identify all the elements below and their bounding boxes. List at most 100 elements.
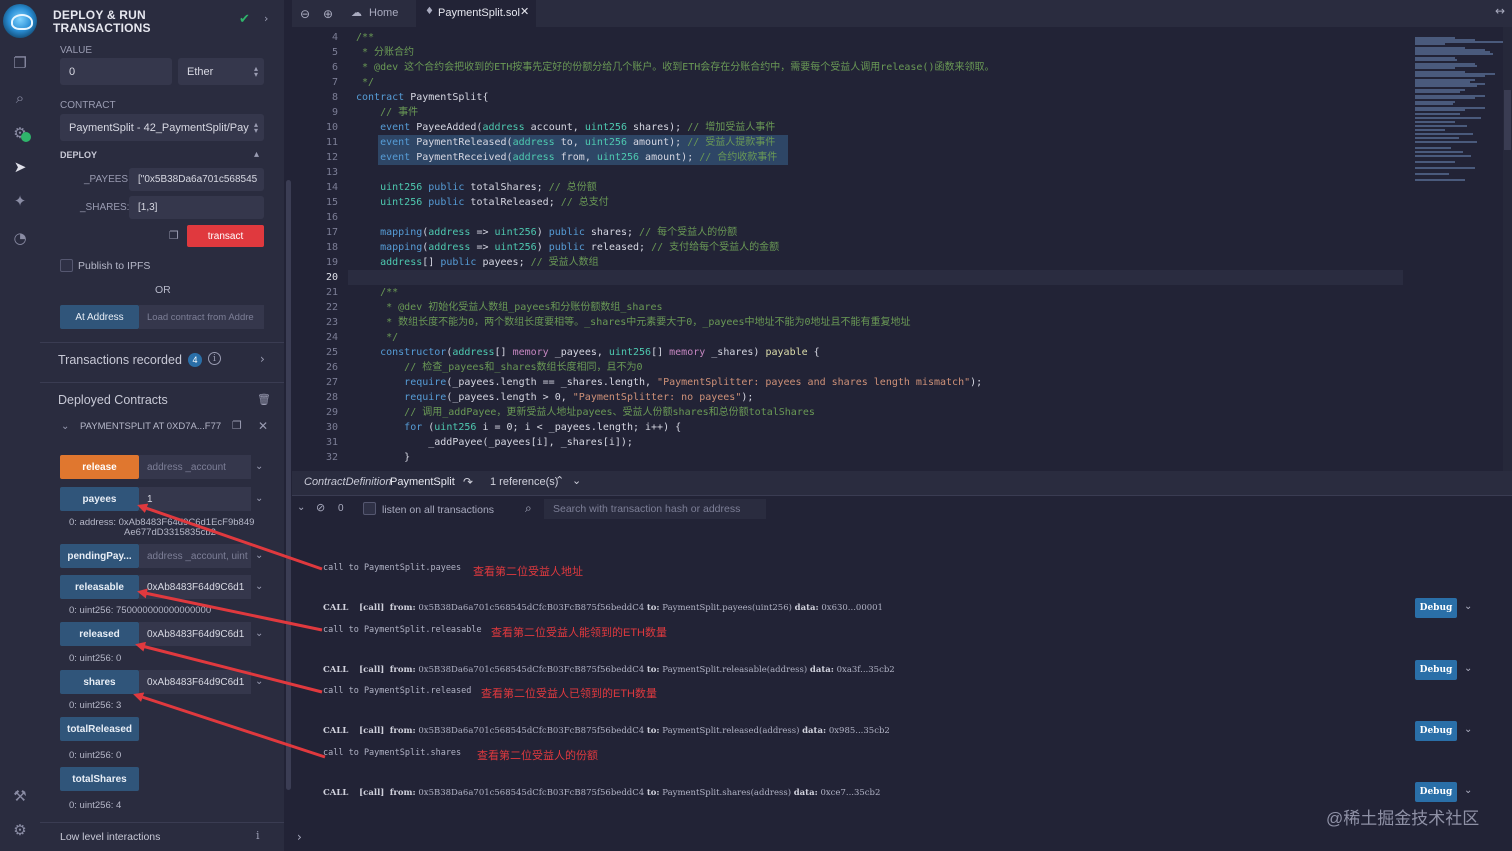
line-number: 24	[325, 332, 338, 343]
line-number: 15	[325, 197, 338, 208]
expand-shares-icon[interactable]: ⌄	[255, 676, 263, 687]
payees-button[interactable]: payees	[60, 487, 139, 511]
clear-console-icon[interactable]: ⊘	[316, 501, 325, 514]
pending-payment-button[interactable]: pendingPay...	[60, 544, 139, 568]
releasable-button[interactable]: releasable	[60, 575, 139, 599]
debug-button[interactable]: Debug	[1415, 782, 1457, 802]
tab-home[interactable]: ☁ Home	[344, 0, 414, 27]
next-ref-icon[interactable]: ⌄	[572, 474, 581, 487]
release-button[interactable]: release	[60, 455, 139, 479]
zoom-in-icon[interactable]: ⊕	[323, 7, 333, 21]
prev-ref-icon[interactable]: ⌃	[555, 474, 564, 487]
tx-detail[interactable]: CALL [call] from: 0x5B38Da6a701c568545dC…	[323, 788, 880, 798]
transactions-recorded-label[interactable]: Transactions recorded	[58, 353, 182, 367]
release-input[interactable]: address _account	[139, 455, 251, 479]
value-input[interactable]: 0	[60, 58, 172, 85]
code-line: // 事件	[380, 107, 419, 118]
collapse-instance-icon[interactable]: ⌄	[61, 421, 69, 432]
expand-release-icon[interactable]: ⌄	[255, 461, 263, 472]
debugger-icon[interactable]: ✦	[10, 191, 30, 211]
contract-instance-label[interactable]: PAYMENTSPLIT AT 0XD7A...F77	[80, 421, 221, 432]
total-released-button[interactable]: totalReleased	[60, 717, 139, 741]
search-icon[interactable]: ⌕	[10, 88, 30, 108]
plugin-manager-icon[interactable]: ⚒	[10, 786, 30, 806]
at-address-button[interactable]: At Address	[60, 305, 139, 329]
line-number: 4	[331, 32, 338, 43]
transact-button[interactable]: transact	[187, 225, 264, 247]
line-number: 20	[325, 272, 338, 283]
shares-button[interactable]: shares	[60, 670, 139, 694]
zoom-out-icon[interactable]: ⊖	[300, 7, 310, 21]
payees-input[interactable]: 1	[139, 487, 251, 511]
expand-tx-icon[interactable]: ⌄	[1464, 724, 1472, 735]
listen-checkbox[interactable]	[363, 502, 376, 515]
trash-icon[interactable]: 🗑	[257, 393, 271, 406]
panel-chevron-icon[interactable]: ›	[264, 12, 268, 25]
panel-scrollbar-thumb[interactable]	[286, 180, 291, 790]
debug-button[interactable]: Debug	[1415, 721, 1457, 741]
expand-tx-icon[interactable]: ⌄	[1464, 785, 1472, 796]
debug-button[interactable]: Debug	[1415, 598, 1457, 618]
code-line: require(_payees.length > 0, "PaymentSpli…	[404, 392, 754, 403]
copy-address-icon[interactable]: ❐	[232, 419, 242, 432]
file-explorer-icon[interactable]: ❐	[10, 53, 30, 73]
tab-paymentsplit[interactable]: ♦ PaymentSplit.sol ✕	[416, 0, 536, 27]
shares-input[interactable]: 0xAb8483F64d9C6d1	[139, 670, 251, 694]
data-value: 0xce7...35cb2	[820, 788, 881, 798]
released-input[interactable]: 0xAb8483F64d9C6d1	[139, 622, 251, 646]
expand-payees-icon[interactable]: ⌄	[255, 493, 263, 504]
releasable-result: 0: uint256: 750000000000000000	[69, 605, 212, 616]
tx-detail[interactable]: CALL [call] from: 0x5B38Da6a701c568545dC…	[323, 726, 890, 736]
tx-detail[interactable]: CALL [call] from: 0x5B38Da6a701c568545dC…	[323, 665, 895, 675]
terminal-search-input[interactable]: Search with transaction hash or address	[544, 499, 766, 519]
unit-select[interactable]: Ether ▴ ▾	[178, 58, 264, 85]
code-editor[interactable]: 4 5 6 7 8 9 10 11 12 13 14 15 16 17 18 19 20 21 22 23 24 25 26…	[292, 27, 1407, 471]
from-address: 0x5B38Da6a701c568545dCfcB03FcB875f56bedd…	[418, 788, 645, 798]
total-shares-result: 0: uint256: 4	[69, 800, 122, 811]
expand-tx-icon[interactable]: ⌄	[1464, 663, 1472, 674]
compiler-icon[interactable]: ⚙	[10, 123, 31, 143]
publish-ipfs-checkbox[interactable]	[60, 259, 73, 272]
released-button[interactable]: released	[60, 622, 139, 646]
shares-param-input[interactable]: [1,3]	[129, 196, 264, 219]
expand-tx-icon[interactable]: ⌄	[1464, 601, 1472, 612]
expand-pending-icon[interactable]: ⌄	[255, 550, 263, 561]
toggle-panel-icon[interactable]: ↔	[1495, 4, 1505, 18]
close-instance-icon[interactable]: ✕	[258, 419, 268, 433]
load-contract-input[interactable]: Load contract from Addre	[139, 305, 264, 329]
deploy-run-icon[interactable]: ➤	[10, 157, 30, 177]
releasable-input[interactable]: 0xAb8483F64d9C6d1	[139, 575, 251, 599]
tx-detail[interactable]: CALL [call] from: 0x5B38Da6a701c568545dC…	[323, 603, 883, 613]
code-line: mapping(address => uint256) public share…	[380, 227, 738, 238]
expand-transactions-icon[interactable]: ›	[260, 352, 265, 366]
low-level-info-icon[interactable]: i	[256, 829, 260, 842]
editor-scrollbar-thumb[interactable]	[1504, 90, 1511, 150]
remix-logo-icon[interactable]	[3, 4, 37, 38]
minimap-line	[1415, 121, 1455, 123]
copy-calldata-icon[interactable]: ❐	[169, 229, 179, 242]
settings-gear-icon[interactable]: ⚙	[10, 820, 30, 840]
from-label: from:	[389, 788, 416, 798]
collapse-deploy-icon[interactable]: ▴	[254, 149, 259, 160]
terminal-prompt-icon[interactable]: ›	[297, 830, 302, 844]
collapse-terminal-icon[interactable]: ⌄	[297, 502, 305, 513]
debug-button[interactable]: Debug	[1415, 660, 1457, 680]
data-label: data:	[794, 603, 819, 613]
expand-releasable-icon[interactable]: ⌄	[255, 581, 263, 592]
goto-definition-icon[interactable]: ↷	[463, 475, 473, 489]
contract-select[interactable]: PaymentSplit - 42_PaymentSplit/Pay ▴ ▾	[60, 114, 264, 141]
learneth-icon[interactable]: ◔	[10, 228, 30, 248]
code-line: * @dev 这个合约会把收到的ETH按事先定好的份额分给几个账户。收到ETH会…	[356, 62, 995, 73]
close-tab-icon[interactable]: ✕	[520, 5, 529, 18]
pending-payment-input[interactable]: address _account, uint	[139, 544, 251, 568]
total-shares-button[interactable]: totalShares	[60, 767, 139, 791]
to-target: PaymentSplit.shares(address)	[662, 788, 792, 798]
info-icon[interactable]: i	[208, 352, 221, 365]
to-target: PaymentSplit.payees(uint256)	[662, 603, 792, 613]
payees-param-input[interactable]: ["0x5B38Da6a701c568545	[129, 168, 264, 191]
minimap-line	[1415, 97, 1475, 99]
minimap-line	[1415, 113, 1460, 115]
code-minimap[interactable]	[1407, 27, 1505, 471]
expand-released-icon[interactable]: ⌄	[255, 628, 263, 639]
